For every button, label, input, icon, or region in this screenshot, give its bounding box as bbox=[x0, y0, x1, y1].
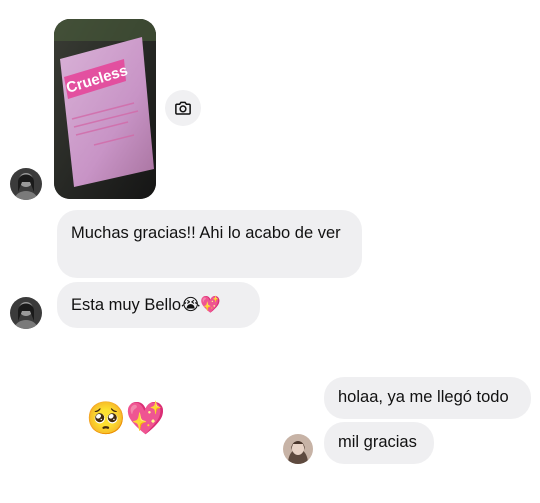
chat-thread: Crueless Muchas gracias!! Ahi lo acabo d… bbox=[0, 0, 540, 503]
message-bubble[interactable]: Muchas gracias!! Ahi lo acabo de ver bbox=[57, 210, 362, 278]
camera-icon bbox=[175, 101, 191, 115]
message-text: Esta muy Bello bbox=[71, 296, 182, 314]
message-bubble[interactable]: holaa, ya me llegó todo bbox=[324, 377, 531, 419]
message-text: mil gracias bbox=[338, 433, 417, 451]
sparkling-heart-icon: 💖 bbox=[125, 399, 166, 437]
avatar[interactable] bbox=[283, 434, 313, 464]
photo-message[interactable]: Crueless bbox=[54, 19, 156, 199]
message-bubble[interactable]: Esta muy Bello😭💖 bbox=[57, 282, 260, 328]
message-bubble[interactable]: mil gracias bbox=[324, 422, 434, 464]
pleading-face-icon: 🥺 bbox=[86, 399, 126, 437]
package-photo: Crueless bbox=[54, 19, 156, 199]
camera-button[interactable] bbox=[165, 90, 201, 126]
section-divider bbox=[0, 340, 540, 342]
avatar[interactable] bbox=[10, 168, 42, 200]
message-text: Muchas gracias!! Ahi lo acabo de ver bbox=[71, 224, 341, 242]
message-emojis: 😭💖 bbox=[181, 295, 221, 314]
reaction-emojis[interactable]: 🥺💖 bbox=[86, 398, 166, 438]
message-text: holaa, ya me llegó todo bbox=[338, 388, 509, 406]
avatar[interactable] bbox=[10, 297, 42, 329]
